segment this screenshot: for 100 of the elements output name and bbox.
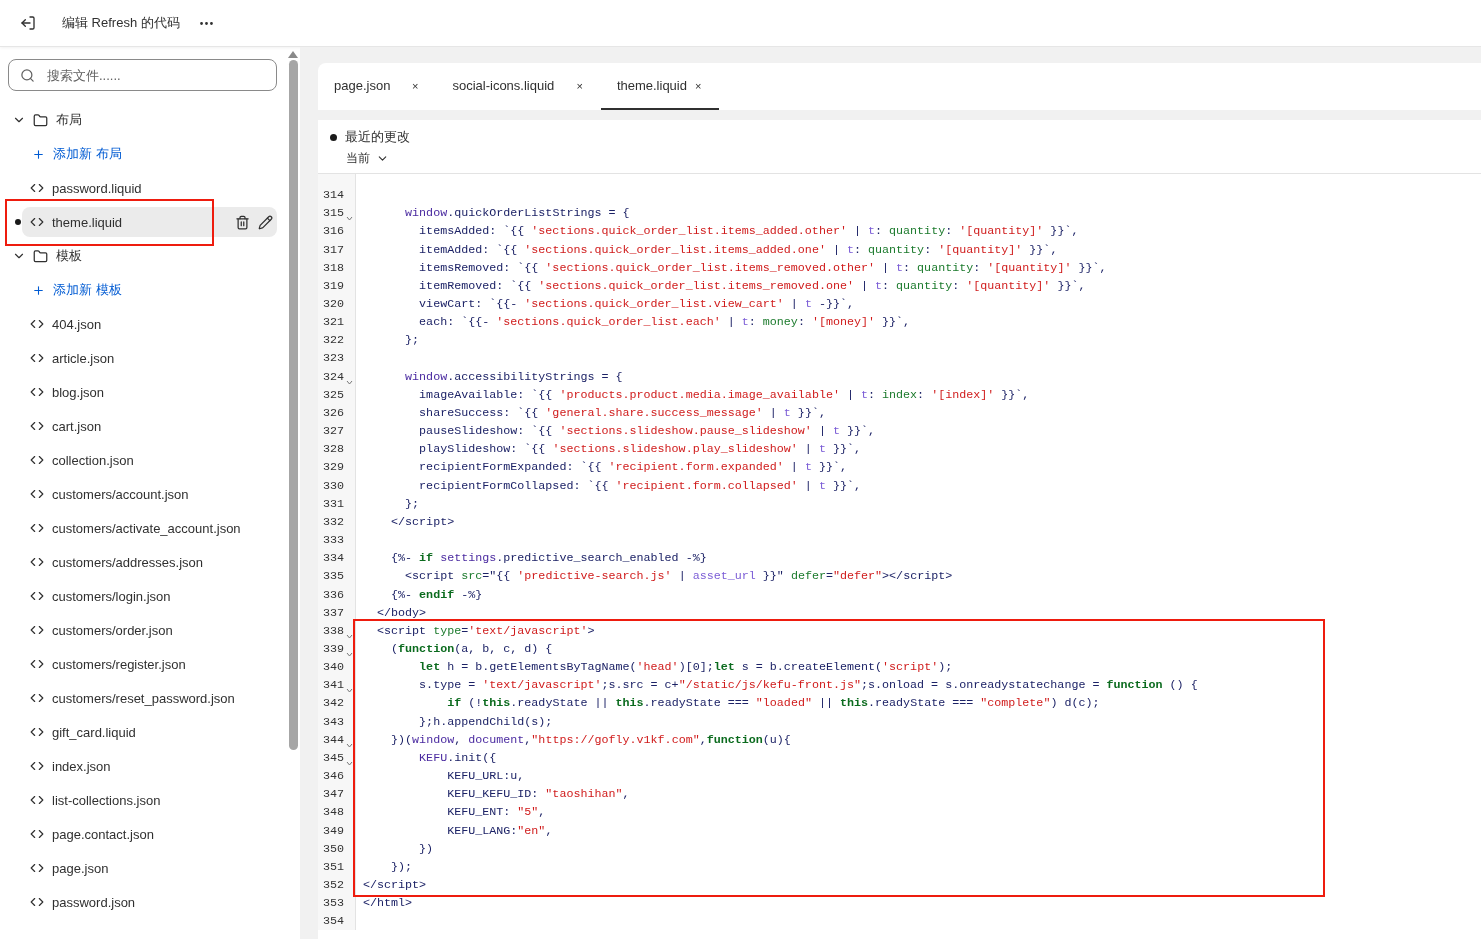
editor-tab[interactable]: social-icons.liquid × [436,63,601,110]
line-number: 349 [321,823,344,838]
file-item[interactable]: password.json [22,887,277,917]
code-line: itemRemoved: `{{ 'sections.quick_order_list.items_removed.one' | t: quantity: '[quantity]' }}`, [418,278,1086,293]
file-item[interactable]: customers/reset_password.json [22,683,277,713]
code-line: KEFU.init({ [418,750,497,765]
code-line: KEFU_URL:u, [446,769,525,784]
bullet-icon [330,133,337,141]
line-number: 322 [321,333,344,348]
editor-tab[interactable]: page.json × [318,63,437,110]
code-icon [30,759,44,773]
file-item[interactable]: page.json [22,853,277,883]
code-icon [30,351,44,365]
scrollbar-thumb[interactable] [288,60,298,750]
line-number: 326 [321,405,344,420]
line-number: 324 [321,369,344,384]
code-line: (function(a, b, c, d) { [390,642,553,656]
code-line: playSlideshow: `{{ 'sections.slideshow.play_slideshow' | t }}`, [418,442,861,457]
code-line: recipientFormExpanded: `{{ 'recipient.form.expanded' | t }}`, [418,460,847,475]
file-item[interactable]: 404.json [22,309,277,339]
page-title: 编辑 Refresh 的代码 [62,14,180,32]
line-number: 336 [321,587,344,602]
file-item[interactable]: collection.json [22,445,277,475]
changes-title: 最近的更改 [345,128,410,146]
line-number: 333 [321,533,344,548]
line-number: 330 [321,478,344,493]
file-item[interactable]: article.json [22,343,277,373]
plus-icon [32,283,45,297]
code-icon [30,487,44,501]
code-line: itemsAdded: `{{ 'sections.quick_order_list.items_added.other' | t: quantity: '[quantity]' }}`, [418,224,1079,239]
code-line: <script src="{{ 'predictive-search.js' | asset_url }}" defer="defer"></script> [404,569,953,584]
file-item[interactable]: gift_card.liquid [22,717,277,747]
file-item[interactable]: password.liquid [22,173,277,203]
line-number: 321 [321,315,344,330]
code-line: viewCart: `{{- 'sections.quick_order_list.view_cart' | t -}}`, [418,297,854,311]
code-icon [30,827,44,841]
file-item[interactable]: customers/account.json [22,479,277,509]
line-number: 344 [321,732,344,747]
line-number: 341 [321,678,344,693]
line-number: 328 [321,442,344,457]
line-number: 331 [321,496,344,511]
code-line: window.accessibilityStrings = { [404,369,623,384]
code-line: {%- if settings.predictive_search_enabled -%} [390,551,707,566]
line-number: 334 [321,551,344,566]
search-field[interactable]: 搜索文件...... [8,59,277,91]
code-line: {%- endif -%} [390,587,483,602]
add-link[interactable]: 添加新 布局 [53,145,122,163]
line-number: 346 [321,769,344,784]
code-line: <script type='text/javascript'> [376,623,595,638]
file-item[interactable]: theme.liquid [22,207,277,237]
exit-icon[interactable] [20,15,36,31]
code-line: if (!this.readyState || this.readyState === "loaded" || this.readyState === "complete") d(c); [446,696,1100,711]
line-number: 354 [321,914,344,929]
code-line: </html> [362,896,413,911]
file-item[interactable]: cart.json [22,411,277,441]
file-item[interactable]: customers/addresses.json [22,547,277,577]
file-item[interactable]: customers/register.json [22,649,277,679]
add-link[interactable]: 添加新 模板 [53,281,122,299]
fold-icon[interactable] [346,742,353,748]
code-icon [30,725,44,739]
code-line: pauseSlideshow: `{{ 'sections.slideshow.pause_slideshow' | t }}`, [418,424,876,439]
file-item[interactable]: customers/order.json [22,615,277,645]
line-number: 323 [321,351,344,366]
line-number: 348 [321,805,344,820]
fold-icon[interactable] [346,379,353,385]
file-item[interactable]: list-collections.json [22,785,277,815]
line-number: 314 [321,188,344,203]
code-line: let h = b.getElementsByTagName('head')[0];let s = b.createElement('script'); [418,660,953,675]
line-number: 339 [321,642,344,656]
file-item[interactable]: index.json [22,751,277,781]
code-icon [30,555,44,569]
code-line: }) [418,841,434,856]
fold-icon[interactable] [346,688,353,694]
fold-icon[interactable] [346,652,353,658]
code-line: })(window, document,"https://gofly.v1kf.com",function(u){ [390,732,791,747]
line-number: 318 [321,260,344,275]
pencil-icon[interactable] [258,214,273,230]
file-item[interactable]: blog.json [22,377,277,407]
folder-label[interactable]: 模板 [56,247,82,265]
fold-icon[interactable] [346,633,353,639]
file-item[interactable]: page.contact.json [22,819,277,849]
code-line: }; [404,333,420,348]
code-line: }; [404,496,420,511]
code-line: each: `{{- 'sections.quick_order_list.each' | t: money: '[money]' }}`, [418,315,911,330]
code-icon [30,657,44,671]
editor-tab[interactable]: theme.liquid × [600,63,720,110]
fold-icon[interactable] [346,216,353,222]
folder-label[interactable]: 布局 [56,111,82,129]
code-line: }); [390,859,413,874]
code-line: KEFU_LANG:"en", [446,823,553,838]
version-dropdown[interactable]: 当前 [330,150,1481,167]
code-icon [30,419,44,433]
file-item[interactable]: customers/activate_account.json [22,513,277,543]
fold-icon[interactable] [346,761,353,766]
file-item[interactable]: customers/login.json [22,581,277,611]
delete-icon[interactable] [235,214,250,230]
line-number: 316 [321,224,344,239]
code-icon [30,895,44,909]
line-number: 332 [321,514,344,529]
line-number: 350 [321,841,344,856]
